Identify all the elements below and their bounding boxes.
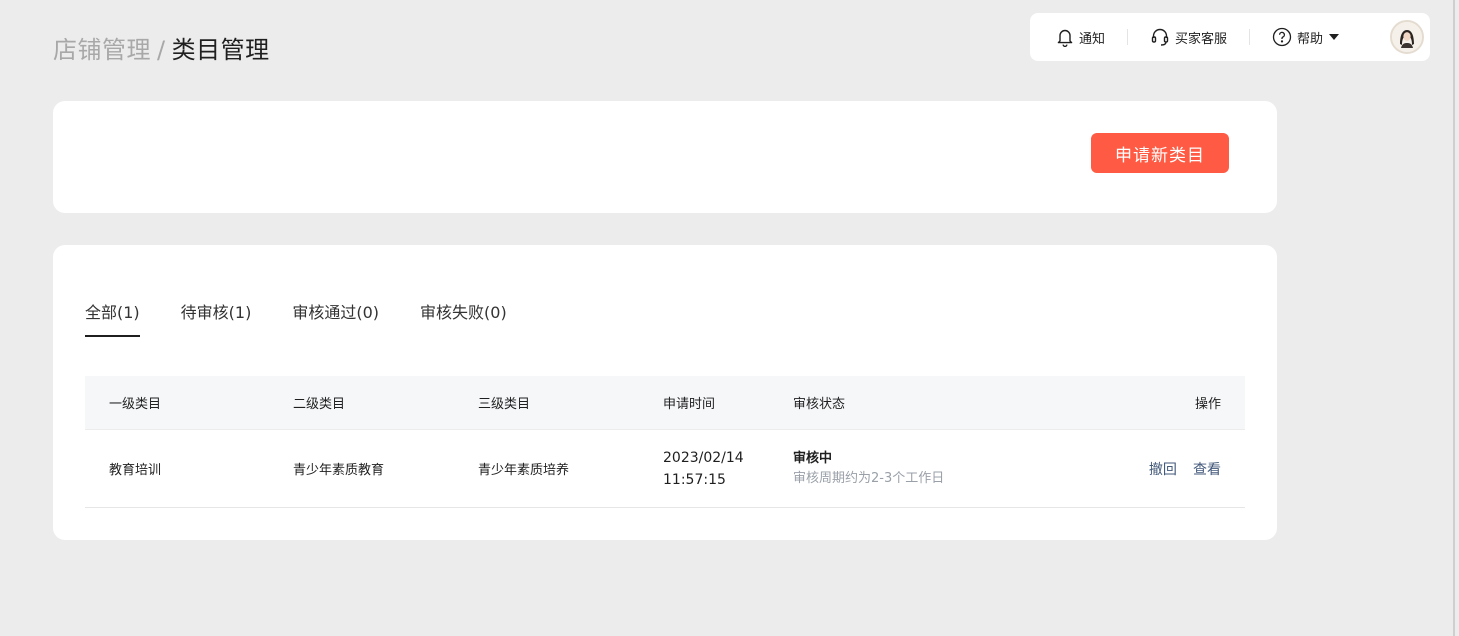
header-apply-time: 申请时间 bbox=[663, 397, 716, 412]
header-actions: 操作 bbox=[1194, 397, 1221, 412]
revoke-link[interactable]: 撤回 bbox=[1149, 462, 1177, 478]
breadcrumb-parent[interactable]: 店铺管理 bbox=[53, 33, 151, 67]
status-tabs: 全部(1) 待审核(1) 审核通过(0) 审核失败(0) bbox=[85, 299, 548, 337]
cell-level2: 青少年素质教育 bbox=[293, 463, 385, 478]
action-card: 申请新类目 bbox=[53, 101, 1277, 213]
topbar: 通知 买家客服 帮助 bbox=[1030, 13, 1430, 61]
status-text: 审核中 bbox=[793, 450, 833, 466]
view-link[interactable]: 查看 bbox=[1193, 462, 1221, 478]
notify-label: 通知 bbox=[1079, 31, 1106, 47]
page-title: 类目管理 bbox=[171, 36, 270, 64]
avatar[interactable] bbox=[1390, 20, 1424, 54]
table-row: 教育培训 青少年素质教育 青少年素质培养 2023/02/14 11:57:15… bbox=[85, 430, 1245, 508]
apply-new-category-button[interactable]: 申请新类目 bbox=[1091, 133, 1229, 173]
buyer-service-button[interactable]: 买家客服 bbox=[1150, 27, 1227, 47]
tab-rejected[interactable]: 审核失败(0) bbox=[420, 299, 507, 337]
header-status: 审核状态 bbox=[793, 397, 846, 412]
breadcrumb: 店铺管理 / 类目管理 bbox=[53, 33, 270, 67]
help-label: 帮助 bbox=[1297, 31, 1324, 47]
cell-status: 审核中 审核周期约为2-3个工作日 bbox=[769, 449, 1095, 489]
category-table: 一级类目 二级类目 三级类目 申请时间 审核状态 操作 教育培训 青少年素质教育… bbox=[85, 376, 1245, 508]
header-level1: 一级类目 bbox=[109, 397, 162, 412]
header-level3: 三级类目 bbox=[478, 397, 531, 412]
topbar-divider bbox=[1249, 29, 1251, 45]
bell-icon bbox=[1056, 27, 1074, 47]
category-list-card: 全部(1) 待审核(1) 审核通过(0) 审核失败(0) 一级类目 二级类目 三… bbox=[53, 245, 1277, 540]
cell-level1: 教育培训 bbox=[109, 463, 162, 478]
status-note: 审核周期约为2-3个工作日 bbox=[793, 470, 945, 486]
apply-time: 11:57:15 bbox=[663, 471, 726, 488]
cell-actions: 撤回 查看 bbox=[1095, 459, 1245, 479]
notify-button[interactable]: 通知 bbox=[1056, 27, 1105, 47]
apply-date: 2023/02/14 bbox=[663, 449, 744, 466]
header-level2: 二级类目 bbox=[293, 397, 346, 412]
tab-all[interactable]: 全部(1) bbox=[85, 299, 140, 337]
help-circle-icon bbox=[1272, 27, 1292, 47]
buyer-service-label: 买家客服 bbox=[1175, 31, 1228, 47]
scrollbar-edge bbox=[1453, 0, 1455, 636]
breadcrumb-separator: / bbox=[157, 36, 166, 64]
cell-apply-time: 2023/02/14 11:57:15 bbox=[639, 447, 769, 491]
tab-pending[interactable]: 待审核(1) bbox=[181, 299, 252, 337]
cell-level3: 青少年素质培养 bbox=[478, 463, 570, 478]
help-menu[interactable]: 帮助 bbox=[1272, 27, 1340, 47]
tab-approved[interactable]: 审核通过(0) bbox=[292, 299, 379, 337]
headset-icon bbox=[1150, 27, 1170, 47]
table-header: 一级类目 二级类目 三级类目 申请时间 审核状态 操作 bbox=[85, 376, 1245, 430]
caret-down-icon bbox=[1329, 34, 1340, 40]
topbar-divider bbox=[1127, 29, 1129, 45]
